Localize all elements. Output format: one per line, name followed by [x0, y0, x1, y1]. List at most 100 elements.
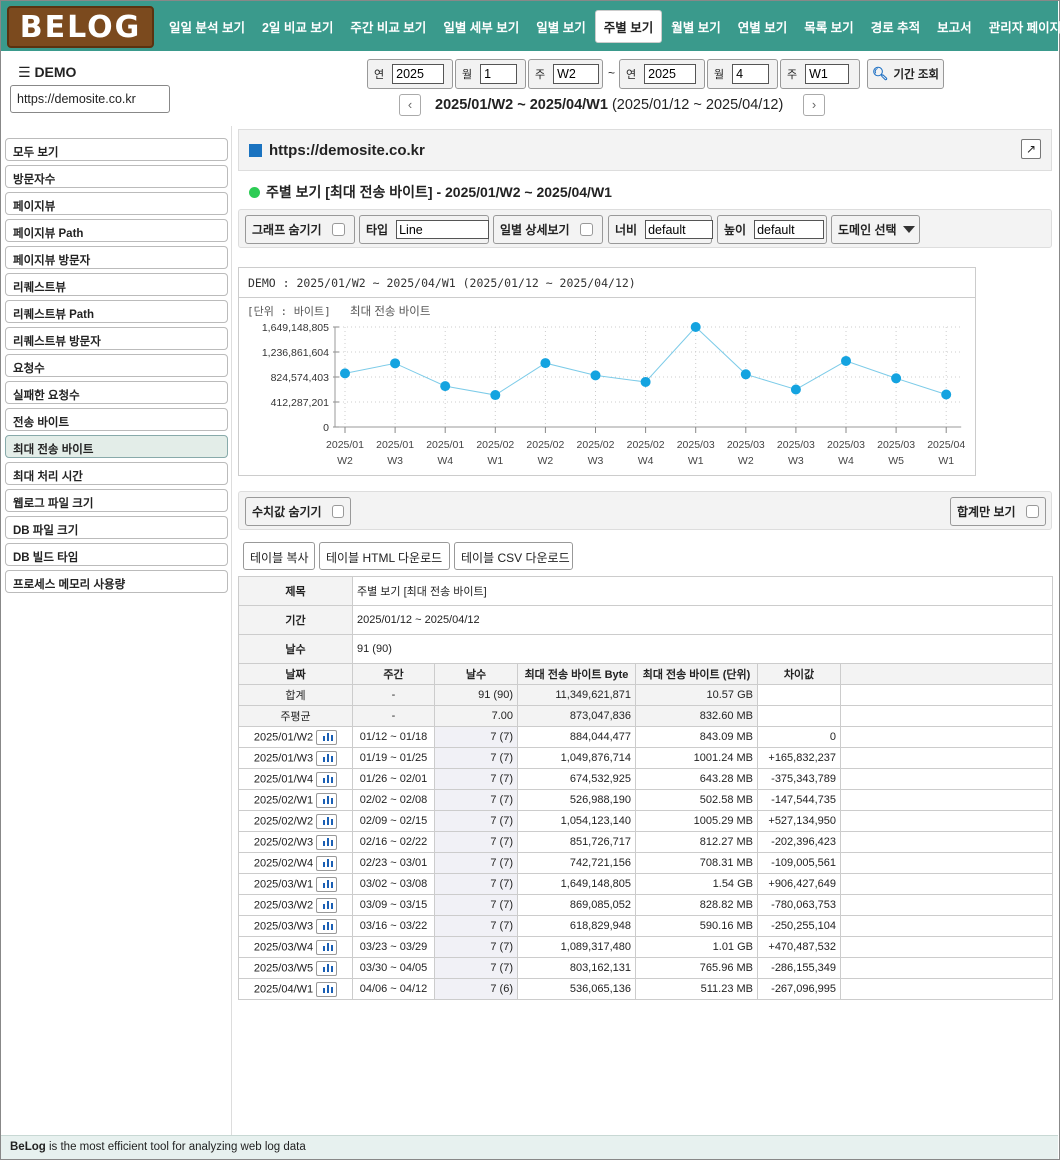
bar-chart-icon[interactable] [316, 876, 338, 892]
row-week: 02/23 ~ 03/01 [352, 852, 435, 874]
bar-chart-icon[interactable] [316, 981, 338, 997]
daily-detail-toggle[interactable]: 일별 상세보기 [493, 215, 603, 244]
download-csv-button[interactable]: 테이블 CSV 다운로드 [454, 542, 573, 570]
next-period-button[interactable]: › [803, 94, 825, 116]
bar-chart-icon[interactable] [316, 771, 338, 787]
sidebar-item-5[interactable]: 리퀘스트뷰 [5, 273, 228, 296]
data-point [941, 389, 952, 400]
nav-item-5[interactable]: 주별 보기 [594, 9, 663, 43]
external-link-icon[interactable]: ↗ [1021, 139, 1041, 159]
bar-chart-icon[interactable] [316, 960, 338, 976]
domain-select-button[interactable]: 도메인 선택 [831, 215, 920, 244]
info-row: 제목 주별 보기 [최대 전송 바이트] [238, 576, 1053, 606]
bar-chart-icon[interactable] [316, 834, 338, 850]
nav-item-9[interactable]: 경로 추적 [863, 11, 928, 42]
to-year-field: 연 [619, 59, 705, 89]
bar-chart-icon[interactable] [316, 792, 338, 808]
sidebar-item-0[interactable]: 모두 보기 [5, 138, 228, 161]
data-point [891, 373, 902, 384]
chart-series-label: 최대 전송 바이트 [350, 305, 430, 318]
sidebar-item-10[interactable]: 전송 바이트 [5, 408, 228, 431]
prev-period-button[interactable]: ‹ [399, 94, 421, 116]
row-diff: -250,255,104 [757, 915, 841, 937]
nav-item-7[interactable]: 연별 보기 [730, 11, 795, 42]
to-year-input[interactable] [644, 64, 697, 84]
table-toolbar: 수치값 숨기기 합계만 보기 [238, 491, 1052, 530]
sidebar-item-11[interactable]: 최대 전송 바이트 [5, 435, 228, 458]
graph-height-input[interactable] [754, 220, 825, 239]
sidebar-item-3[interactable]: 페이지뷰 Path [5, 219, 228, 242]
from-month-input[interactable] [480, 64, 518, 84]
hide-values-checkbox[interactable] [331, 505, 344, 518]
period-search-button[interactable]: 🔍︎ 기간 조회 [867, 59, 944, 89]
nav-item-8[interactable]: 목록 보기 [796, 11, 861, 42]
nav-item-1[interactable]: 2일 비교 보기 [254, 11, 341, 42]
row-date: 2025/03/W4 [253, 940, 314, 953]
summary-days: 91 (90) [434, 684, 518, 706]
bar-chart-icon[interactable] [316, 918, 338, 934]
sidebar-item-14[interactable]: DB 파일 크기 [5, 516, 228, 539]
graph-type-input[interactable] [396, 220, 490, 239]
copy-table-button[interactable]: 테이블 복사 [243, 542, 315, 570]
hide-graph-toggle[interactable]: 그래프 숨기기 [245, 215, 355, 244]
row-bytes: 1,049,876,714 [517, 747, 636, 769]
hide-graph-checkbox[interactable] [331, 223, 345, 236]
bar-chart-icon-bar [323, 924, 326, 930]
sidebar-item-16[interactable]: 프로세스 메모리 사용량 [5, 570, 228, 593]
sidebar-item-7[interactable]: 리퀘스트뷰 방문자 [5, 327, 228, 350]
nav-item-3[interactable]: 일별 세부 보기 [435, 11, 527, 42]
x-tick-label-month: 2025/02 [476, 439, 514, 451]
nav-item-11[interactable]: 관리자 페이지 [981, 11, 1060, 42]
sidebar-item-15[interactable]: DB 빌드 타임 [5, 543, 228, 566]
from-week-input[interactable] [553, 64, 600, 84]
bar-chart-icon[interactable] [316, 750, 338, 766]
total-only-toggle[interactable]: 합계만 보기 [950, 497, 1046, 526]
bar-chart-icon[interactable] [316, 813, 338, 829]
bar-chart-icon-bar [327, 795, 330, 804]
row-unit: 843.09 MB [635, 726, 758, 748]
belog-logo[interactable]: BELOG [7, 6, 154, 48]
row-date: 2025/02/W1 [253, 793, 314, 806]
info-value: 91 (90) [352, 634, 1053, 664]
bar-chart-icon-bar [331, 986, 334, 993]
nav-item-4[interactable]: 일별 보기 [528, 11, 593, 42]
sidebar-item-8[interactable]: 요청수 [5, 354, 228, 377]
summary-date: 주평균 [238, 705, 353, 727]
sidebar-item-6[interactable]: 리퀘스트뷰 Path [5, 300, 228, 323]
site-url-select[interactable]: https://demosite.co.kr [10, 85, 170, 113]
hide-values-toggle[interactable]: 수치값 숨기기 [245, 497, 351, 526]
daily-detail-checkbox[interactable] [579, 223, 593, 236]
sidebar-item-13[interactable]: 웹로그 파일 크기 [5, 489, 228, 512]
row-days: 7 (7) [434, 789, 518, 811]
bar-chart-icon[interactable] [316, 897, 338, 913]
graph-width-input[interactable] [645, 220, 714, 239]
data-point [390, 358, 401, 369]
menu-title[interactable]: ☰ DEMO [18, 64, 76, 81]
nav-item-2[interactable]: 주간 비교 보기 [342, 11, 434, 42]
sidebar-item-2[interactable]: 페이지뷰 [5, 192, 228, 215]
sidebar-item-1[interactable]: 방문자수 [5, 165, 228, 188]
y-tick-label: 412,287,201 [271, 397, 330, 409]
row-blank [840, 936, 1053, 958]
row-unit: 812.27 MB [635, 831, 758, 853]
to-month-input[interactable] [732, 64, 770, 84]
sidebar-item-9[interactable]: 실패한 요청수 [5, 381, 228, 404]
bar-chart-icon[interactable] [316, 855, 338, 871]
to-week-label: 주 [787, 69, 798, 81]
from-year-input[interactable] [392, 64, 445, 84]
nav-item-10[interactable]: 보고서 [929, 11, 980, 42]
sidebar-item-12[interactable]: 최대 처리 시간 [5, 462, 228, 485]
row-bytes: 1,649,148,805 [517, 873, 636, 895]
nav-item-0[interactable]: 일일 분석 보기 [161, 11, 253, 42]
bar-chart-icon[interactable] [316, 729, 338, 745]
bar-chart-icon-bar [323, 945, 326, 951]
download-html-button[interactable]: 테이블 HTML 다운로드 [319, 542, 450, 570]
row-date-cell: 2025/03/W5 [238, 957, 353, 979]
hide-values-label: 수치값 숨기기 [252, 505, 322, 519]
bar-chart-icon[interactable] [316, 939, 338, 955]
sidebar-item-4[interactable]: 페이지뷰 방문자 [5, 246, 228, 269]
row-date-cell: 2025/03/W4 [238, 936, 353, 958]
nav-item-6[interactable]: 월별 보기 [663, 11, 728, 42]
total-only-checkbox[interactable] [1025, 505, 1039, 518]
to-week-input[interactable] [805, 64, 850, 84]
